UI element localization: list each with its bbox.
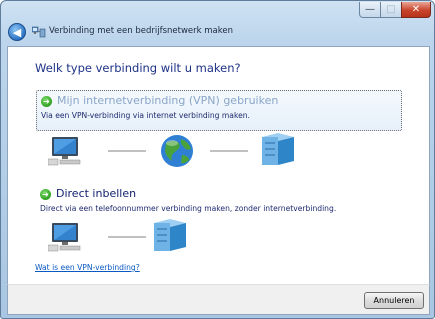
option-vpn-description: Via een VPN-verbinding via internet verb… bbox=[41, 111, 250, 120]
computer-icon bbox=[48, 223, 81, 252]
back-button[interactable]: ◀ bbox=[8, 23, 26, 41]
title-bar[interactable]: — □ ✕ bbox=[1, 1, 434, 21]
globe-icon bbox=[161, 135, 193, 167]
back-arrow-icon: ◀ bbox=[12, 25, 22, 39]
option-direct-dial-title: Direct inbellen bbox=[56, 187, 137, 200]
option-vpn[interactable]: ➜ Mijn internetverbinding (VPN) gebruike… bbox=[36, 90, 402, 131]
maximize-icon: □ bbox=[386, 4, 396, 15]
server-icon bbox=[262, 133, 294, 165]
network-connection-icon bbox=[32, 26, 46, 38]
maximize-button: □ bbox=[380, 2, 402, 18]
green-arrow-icon: ➜ bbox=[41, 96, 52, 107]
option-direct-dial[interactable]: ➜ Direct inbellen Direct via een telefoo… bbox=[36, 184, 402, 214]
option-direct-dial-description: Direct via een telefoonnummer verbinding… bbox=[40, 204, 337, 213]
option-vpn-title: Mijn internetverbinding (VPN) gebruiken bbox=[57, 94, 279, 107]
vpn-help-link[interactable]: Wat is een VPN-verbinding? bbox=[35, 263, 140, 272]
vpn-diagram bbox=[48, 133, 294, 167]
content-panel: Welk type verbinding wilt u maken? ➜ Mij… bbox=[7, 46, 430, 284]
dialog-window: — □ ✕ ◀ Verbinding met een bedrijfsnetwe… bbox=[0, 0, 435, 319]
button-bar: Annuleren bbox=[7, 284, 430, 315]
server-icon bbox=[154, 219, 186, 251]
window-title: Verbinding met een bedrijfsnetwerk maken bbox=[49, 26, 233, 36]
cancel-button[interactable]: Annuleren bbox=[364, 292, 424, 309]
close-button[interactable]: ✕ bbox=[401, 2, 431, 18]
dial-diagram bbox=[48, 219, 186, 252]
minimize-icon: — bbox=[365, 4, 375, 15]
computer-icon bbox=[48, 137, 81, 166]
nav-bar: ◀ Verbinding met een bedrijfsnetwerk mak… bbox=[1, 21, 434, 43]
close-icon: ✕ bbox=[411, 4, 421, 15]
minimize-button[interactable]: — bbox=[359, 2, 381, 18]
page-heading: Welk type verbinding wilt u maken? bbox=[35, 61, 241, 75]
green-arrow-icon: ➜ bbox=[40, 189, 51, 200]
